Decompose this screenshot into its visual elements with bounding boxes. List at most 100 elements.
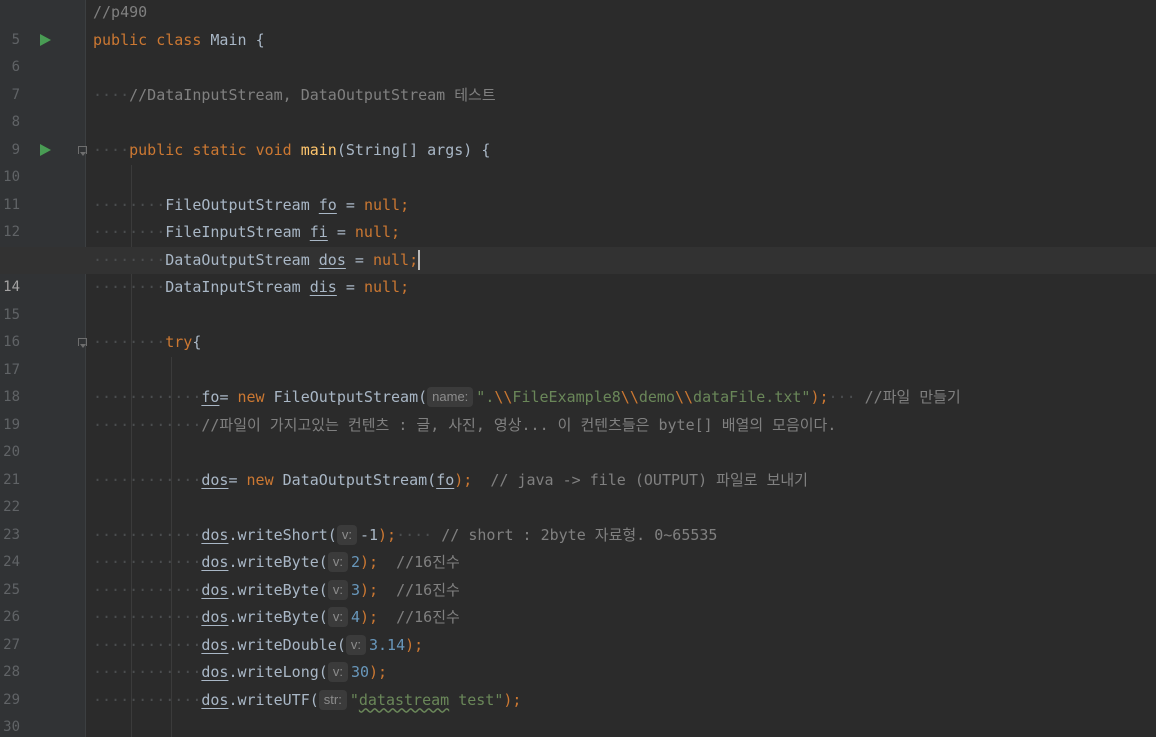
code-line[interactable]: 17 ········try{: [0, 329, 1156, 378]
code-line[interactable]: 13 ········FileInputStream fi = null;: [0, 219, 1156, 268]
escape-sequence: \\: [494, 388, 513, 406]
parameter-hint: v:: [327, 607, 348, 627]
code-line-current[interactable]: 14 ········DataOutputStream dos = null;: [0, 246, 1156, 295]
variable: dos: [201, 690, 229, 709]
keyword: new: [237, 388, 265, 406]
code-line[interactable]: 31: [0, 714, 1156, 737]
comment: //16진수: [396, 608, 460, 626]
operator: =: [219, 388, 238, 406]
fold-marker-icon[interactable]: [78, 145, 87, 156]
run-gutter-icon[interactable]: [40, 33, 51, 46]
string-literal: ".: [476, 388, 495, 406]
keyword: public: [129, 140, 184, 159]
code-content: ············dos.writeUTF(str: "datastream…: [93, 687, 521, 715]
code-line[interactable]: 6 public class Main {: [0, 27, 1156, 76]
whitespace: ········: [93, 333, 166, 351]
method-call: .writeDouble(: [228, 635, 346, 654]
code-content: ············dos= new DataOutputStream(fo…: [93, 467, 808, 495]
code-editor[interactable]: 5 //p490 6 public class Main { 7 8 ····/…: [0, 0, 1156, 737]
code-content: ············dos.writeShort(v: -1);···· //…: [93, 522, 717, 550]
params: (String[] args) {: [336, 140, 491, 159]
code-line[interactable]: 9: [0, 109, 1156, 158]
string-literal: demo: [638, 388, 675, 406]
number-literal: -1: [359, 525, 379, 544]
code-line[interactable]: 26 ············dos.writeByte(v: 3); //16진…: [0, 577, 1156, 625]
code-content: ············dos.writeByte(v: 4); //16진수: [93, 604, 460, 632]
method-call: .writeByte(: [228, 608, 328, 626]
method-name: main: [300, 140, 337, 159]
variable: dos: [201, 635, 229, 654]
whitespace: ····: [93, 85, 130, 104]
variable: dos: [201, 608, 229, 626]
code-line[interactable]: 8 ····//DataInputStream, DataOutputStrea…: [0, 82, 1156, 131]
code-line[interactable]: 28 ············dos.writeDouble(v: 3.14);: [0, 632, 1156, 680]
escape-sequence: \\: [674, 388, 694, 406]
variable: dos: [201, 553, 229, 571]
whitespace: ············: [93, 580, 202, 599]
method-call: .writeUTF(: [228, 690, 319, 709]
keyword: void: [255, 140, 292, 159]
whitespace: ············: [93, 388, 202, 406]
whitespace: ········: [93, 195, 166, 214]
semicolon: ;: [400, 278, 410, 296]
code-line[interactable]: 20 ············//파일이 가지고있는 컨텐츠 : 글, 사진, …: [0, 412, 1156, 461]
keyword: new: [246, 470, 274, 489]
code-line[interactable]: 24 ············dos.writeShort(v: -1);····…: [0, 522, 1156, 570]
fold-marker-icon[interactable]: [78, 338, 87, 348]
code-line[interactable]: 16: [0, 302, 1156, 350]
whitespace: ········: [93, 223, 166, 241]
comment: //파일이 가지고있는 컨텐츠 : 글, 사진, 영상... 이 컨텐츠들은 b…: [201, 415, 837, 434]
code-line[interactable]: 18: [0, 357, 1156, 405]
variable: dos: [201, 580, 229, 599]
code-line[interactable]: 21: [0, 439, 1156, 488]
comment: //16진수: [396, 553, 460, 571]
class-name: Main: [210, 30, 247, 49]
code-line[interactable]: 23: [0, 494, 1156, 543]
code-line[interactable]: 10 ····public static void main(String[] …: [0, 137, 1156, 186]
code-line[interactable]: 11: [0, 164, 1156, 213]
type-name: FileInputStream: [165, 223, 301, 241]
run-gutter-icon[interactable]: [40, 143, 51, 156]
whitespace: ············: [93, 608, 202, 626]
code-content: public class Main {: [93, 27, 265, 55]
code-line[interactable]: 15 ········DataInputStream dis = null;: [0, 274, 1156, 323]
code-content: ····//DataInputStream, DataOutputStream …: [93, 82, 496, 110]
code-line[interactable]: 7: [0, 54, 1156, 103]
operator: =: [327, 223, 355, 241]
variable: fo: [201, 388, 220, 406]
code-line[interactable]: 27 ············dos.writeByte(v: 4); //16진…: [0, 604, 1156, 653]
string-literal: FileExample8: [512, 388, 621, 406]
code-line[interactable]: 30 ············dos.writeUTF(str: "datastr…: [0, 687, 1156, 735]
whitespace: ············: [93, 690, 202, 709]
code-content: ········DataInputStream dis = null;: [93, 274, 409, 302]
semicolon: );: [810, 388, 829, 406]
code-line[interactable]: 5 //p490: [0, 0, 1156, 48]
keyword: public: [93, 30, 148, 49]
keyword: try: [165, 333, 193, 351]
code-line[interactable]: 19 ············fo= new FileOutputStream(…: [0, 384, 1156, 433]
parameter-hint: v:: [345, 634, 366, 655]
keyword: null: [372, 250, 410, 269]
whitespace: ········: [93, 278, 166, 296]
code-line[interactable]: 12 ········FileOutputStream fo = null;: [0, 192, 1156, 241]
variable: fi: [309, 223, 328, 241]
method-call: .writeByte(: [228, 580, 328, 599]
type-name: DataInputStream: [165, 278, 301, 296]
parameter-hint: str:: [318, 689, 347, 710]
code-content: ············dos.writeLong(v: 30);: [93, 659, 387, 687]
parameter-hint: v:: [336, 524, 357, 545]
comment: //p490: [93, 3, 148, 21]
parameter-hint: name:: [427, 387, 474, 407]
code-line[interactable]: 22 ············dos= new DataOutputStream…: [0, 467, 1156, 516]
variable: dos: [201, 525, 229, 544]
string-literal: test": [449, 690, 504, 709]
number-literal: 2: [350, 553, 360, 571]
whitespace: ············: [93, 553, 202, 571]
code-content: ····public static void main(String[] arg…: [93, 137, 490, 165]
code-line[interactable]: 25 ············dos.writeByte(v: 2); //16진…: [0, 549, 1156, 598]
keyword: class: [156, 30, 202, 49]
code-line[interactable]: 29 ············dos.writeLong(v: 30);: [0, 659, 1156, 708]
semicolon: ;: [409, 250, 419, 269]
constructor-call: FileOutputStream(: [264, 388, 428, 406]
